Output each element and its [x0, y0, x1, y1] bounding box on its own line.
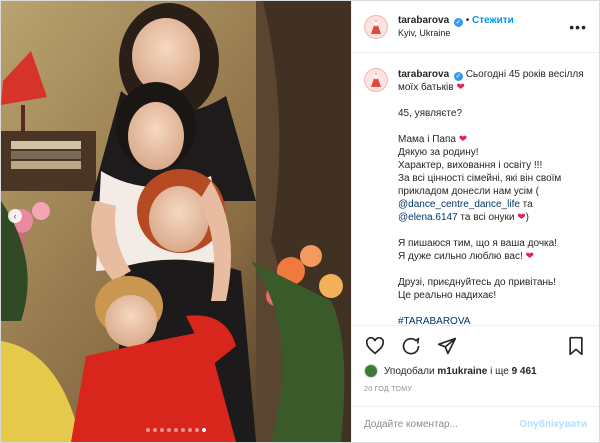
carousel-dot — [202, 428, 206, 432]
username-link[interactable]: tarabarova — [398, 15, 449, 26]
avatar[interactable] — [364, 68, 388, 92]
post-side-panel: tarabarova ✓ • Стежити Kyiv, Ukraine •••… — [351, 1, 599, 442]
likes-middle: і ще — [487, 365, 512, 377]
likes-prefix: Уподобали — [384, 365, 438, 377]
comment-input[interactable]: Додайте коментар... — [364, 419, 519, 430]
carousel-dot — [167, 428, 171, 432]
mention-link[interactable]: @dance_centre_dance_life — [398, 199, 520, 210]
heart-emoji-icon: ❤ — [458, 134, 468, 145]
caption-line: 45, уявляєте? — [398, 108, 463, 119]
profile-logo-icon — [371, 19, 381, 34]
avatar[interactable] — [364, 14, 388, 39]
location-link[interactable]: Kyiv, Ukraine — [398, 27, 569, 40]
heart-emoji-icon: ❤ — [517, 212, 526, 223]
heart-emoji-icon: ❤ — [456, 82, 465, 93]
carousel-dot — [160, 428, 164, 432]
comment-icon[interactable] — [400, 335, 422, 357]
caption-line: Друзі, приєднуйтесь до привітань! — [398, 277, 557, 288]
carousel-dot — [188, 428, 192, 432]
bookmark-icon[interactable] — [565, 335, 587, 357]
liker-username[interactable]: m1ukraine — [437, 366, 487, 377]
carousel-dot — [181, 428, 185, 432]
caption-line: Характер, виховання і освіту !!! — [398, 160, 543, 171]
more-options-icon[interactable]: ••• — [569, 19, 587, 35]
carousel-indicator — [1, 428, 351, 432]
caption-username[interactable]: tarabarova — [398, 69, 449, 80]
caption-line: Мама і Папа — [398, 134, 456, 145]
post-photo[interactable]: ‹ — [1, 1, 351, 442]
caption-line: Це реально надихає! — [398, 290, 497, 301]
caption-line: та всі онуки — [457, 212, 515, 223]
hashtag-link[interactable]: #TARABAROVA — [398, 315, 587, 324]
caption-area: tarabarova ✓ Сьогодні 45 років весілля м… — [352, 54, 599, 324]
comment-bar: Додайте коментар... Опублікувати — [352, 406, 599, 442]
caption-line: Я пишаюся тим, що я ваша дочка! — [398, 238, 557, 249]
verified-badge-icon: ✓ — [453, 17, 463, 27]
caption-line: Я дуже сильно люблю вас! — [398, 251, 523, 262]
carousel-dot — [174, 428, 178, 432]
carousel-dot — [195, 428, 199, 432]
carousel-prev-button[interactable]: ‹ — [8, 209, 22, 223]
caption-line: Дякую за родину! — [398, 147, 479, 158]
profile-logo-icon — [371, 73, 381, 87]
post-timestamp[interactable]: 20 ГОД ТОМУ — [364, 386, 587, 393]
verified-badge-icon: ✓ — [453, 72, 463, 81]
caption-line: та — [519, 199, 533, 210]
instagram-post: ‹ tarabarova ✓ • Стежити Kyiv, Ukraine •… — [0, 0, 600, 443]
post-actions: Уподобали m1ukraine і ще 9 461 20 ГОД ТО… — [352, 325, 599, 393]
send-icon[interactable] — [436, 335, 458, 357]
family-photo-illustration — [1, 1, 351, 442]
caption-line: За всі цінності сімейні, які він своїм п… — [398, 173, 562, 197]
liker-avatar[interactable] — [364, 364, 378, 378]
heart-emoji-icon: ❤ — [525, 251, 534, 262]
follow-button[interactable]: Стежити — [472, 15, 514, 26]
likes-summary: Уподобали m1ukraine і ще 9 461 — [364, 364, 587, 378]
publish-button[interactable]: Опублікувати — [519, 419, 587, 430]
chevron-left-icon: ‹ — [13, 210, 17, 221]
mention-link[interactable]: @elena.6147 — [398, 212, 458, 223]
carousel-dot — [153, 428, 157, 432]
caption-text: tarabarova ✓ Сьогодні 45 років весілля м… — [398, 68, 587, 324]
heart-outline-icon[interactable] — [364, 335, 386, 357]
carousel-dot — [146, 428, 150, 432]
post-header: tarabarova ✓ • Стежити Kyiv, Ukraine ••• — [352, 1, 599, 53]
likes-count[interactable]: 9 461 — [512, 366, 537, 377]
